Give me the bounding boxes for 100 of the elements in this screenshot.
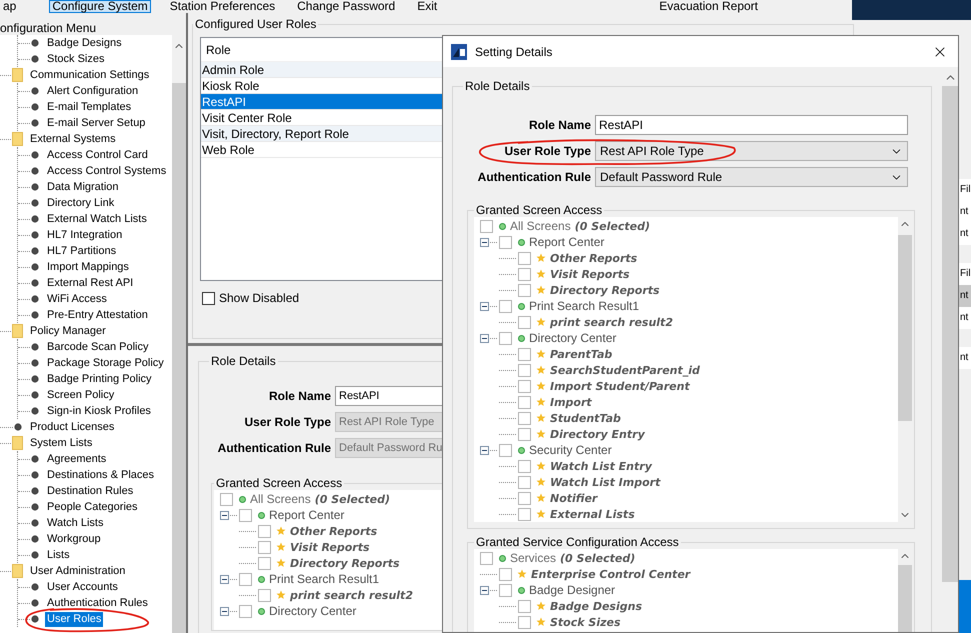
checkbox[interactable] [499, 568, 512, 580]
tree-item[interactable]: Import [550, 396, 592, 408]
tree-item[interactable]: Visit Reports [290, 540, 370, 554]
tree-item[interactable]: All Screens [510, 219, 571, 233]
tree-item[interactable]: User Accounts [45, 580, 120, 594]
scrollbar[interactable] [898, 549, 912, 632]
tree-item[interactable]: Import Student/Parent [550, 380, 690, 392]
tree-item[interactable]: Badge Designer [529, 583, 616, 597]
collapse-icon[interactable] [220, 606, 237, 616]
tree-item[interactable]: User Roles [45, 612, 104, 626]
checkbox[interactable] [518, 616, 531, 628]
tree-item[interactable]: Report Center [529, 235, 604, 249]
checkbox[interactable] [518, 428, 531, 440]
dropdown-field[interactable]: Default Password Rule [595, 167, 908, 187]
tree-item[interactable]: Print Search Result1 [529, 299, 640, 313]
checkbox[interactable] [499, 300, 512, 312]
checkbox[interactable] [518, 476, 531, 488]
tree-item[interactable]: Destination Rules [45, 484, 136, 498]
checkbox[interactable] [239, 572, 252, 586]
tree-item[interactable]: Visit Reports [550, 268, 630, 280]
list-item[interactable]: nt [959, 347, 971, 369]
tree-item[interactable]: Stock Sizes [45, 52, 106, 66]
tree-item[interactable]: External Lists [550, 508, 635, 520]
tree-item[interactable]: Notifier [550, 492, 598, 504]
list-item[interactable]: nt [959, 307, 971, 329]
tree-item[interactable]: External Systems [28, 132, 118, 146]
tree-item[interactable]: Badge Designs [550, 600, 642, 612]
checkbox[interactable] [499, 236, 512, 248]
tree-item[interactable]: External Rest API [45, 276, 136, 290]
menu-item[interactable]: Configure System [49, 0, 151, 13]
checkbox[interactable] [518, 508, 531, 520]
tree-item[interactable]: Enterprise Control Center [531, 568, 690, 580]
tree-item[interactable]: Lists [45, 548, 72, 562]
tree-item[interactable]: People Categories [45, 500, 140, 514]
tree-item[interactable]: Package Storage Policy [45, 356, 166, 370]
tree-item[interactable]: Agreements [45, 452, 108, 466]
tree-item[interactable]: ParentTab [550, 348, 612, 360]
tree-item[interactable]: Report Center [269, 508, 344, 522]
tree-item[interactable]: Watch List Import [550, 476, 660, 488]
checkbox[interactable] [518, 460, 531, 472]
checkbox[interactable] [518, 252, 531, 264]
checkbox[interactable] [518, 380, 531, 392]
checkbox[interactable] [518, 492, 531, 504]
collapse-icon[interactable] [480, 302, 497, 310]
tree-item[interactable]: External Watch Lists [45, 212, 149, 226]
checkbox[interactable] [518, 268, 531, 280]
checkbox[interactable] [480, 220, 493, 232]
tree-item[interactable]: Directory Reports [550, 284, 660, 296]
collapse-icon[interactable] [480, 446, 497, 454]
tree-item[interactable]: Screen Policy [45, 388, 116, 402]
tree-item[interactable]: Watch List Entry [550, 460, 652, 472]
menu-item[interactable]: ap [0, 0, 20, 13]
tree-item[interactable]: User Administration [28, 564, 128, 578]
tree-item[interactable]: Other Reports [290, 524, 378, 538]
tree-item[interactable]: Directory Link [45, 196, 116, 210]
checkbox[interactable] [258, 540, 271, 554]
menu-item[interactable]: Exit [414, 0, 440, 13]
checkbox[interactable] [258, 524, 271, 538]
tree-item[interactable]: Alert Configuration [45, 84, 140, 98]
list-item[interactable]: Fil [959, 179, 971, 201]
tree-item[interactable]: HL7 Integration [45, 228, 124, 242]
tree-item[interactable]: Badge Designs [45, 36, 124, 50]
tree-item[interactable]: Other Reports [550, 252, 638, 264]
tree-item[interactable]: Print Search Result1 [269, 572, 380, 586]
tree-item[interactable]: Badge Printing Policy [45, 372, 154, 386]
tree-item[interactable]: Directory Center [529, 331, 616, 345]
tree-item[interactable]: Product Licenses [28, 420, 116, 434]
tree-item[interactable]: Directory Center [269, 604, 356, 618]
tree-item[interactable]: E-mail Server Setup [45, 116, 148, 130]
tree-item[interactable]: Access Control Systems [45, 164, 168, 178]
tree-item[interactable]: Services [510, 551, 556, 565]
tree-item[interactable]: StudentTab [550, 412, 621, 424]
checkbox[interactable] [518, 396, 531, 408]
menu-item[interactable]: Evacuation Report [656, 0, 761, 13]
collapse-icon[interactable] [480, 334, 497, 342]
checkbox[interactable] [518, 412, 531, 424]
menu-item[interactable]: Station Preferences [166, 0, 278, 13]
checkbox[interactable] [518, 364, 531, 376]
checkbox[interactable] [258, 556, 271, 570]
tree-item[interactable]: Data Migration [45, 180, 121, 194]
collapse-icon[interactable] [220, 510, 237, 520]
tree-item[interactable]: All Screens [250, 492, 311, 506]
list-item[interactable]: nt [959, 285, 971, 307]
tree-item[interactable]: Destinations & Places [45, 468, 156, 482]
list-item[interactable]: nt [959, 223, 971, 245]
list-item[interactable]: Fil [959, 263, 971, 285]
collapse-icon[interactable] [220, 574, 237, 584]
tree-item[interactable]: Directory Entry [550, 428, 645, 440]
tree-item[interactable]: HL7 Partitions [45, 244, 118, 258]
tree-item[interactable]: print search result2 [550, 316, 673, 328]
checkbox[interactable] [518, 348, 531, 360]
checkbox[interactable] [518, 284, 531, 296]
checkbox[interactable] [202, 292, 215, 304]
checkbox[interactable] [239, 508, 252, 522]
checkbox[interactable] [258, 588, 271, 602]
tree-item[interactable]: Pre-Entry Attestation [45, 308, 150, 322]
tree-item[interactable]: WiFi Access [45, 292, 109, 306]
tree-item[interactable]: System Lists [28, 436, 94, 450]
tree-item[interactable]: Watch Lists [45, 516, 106, 530]
checkbox[interactable] [239, 604, 252, 618]
